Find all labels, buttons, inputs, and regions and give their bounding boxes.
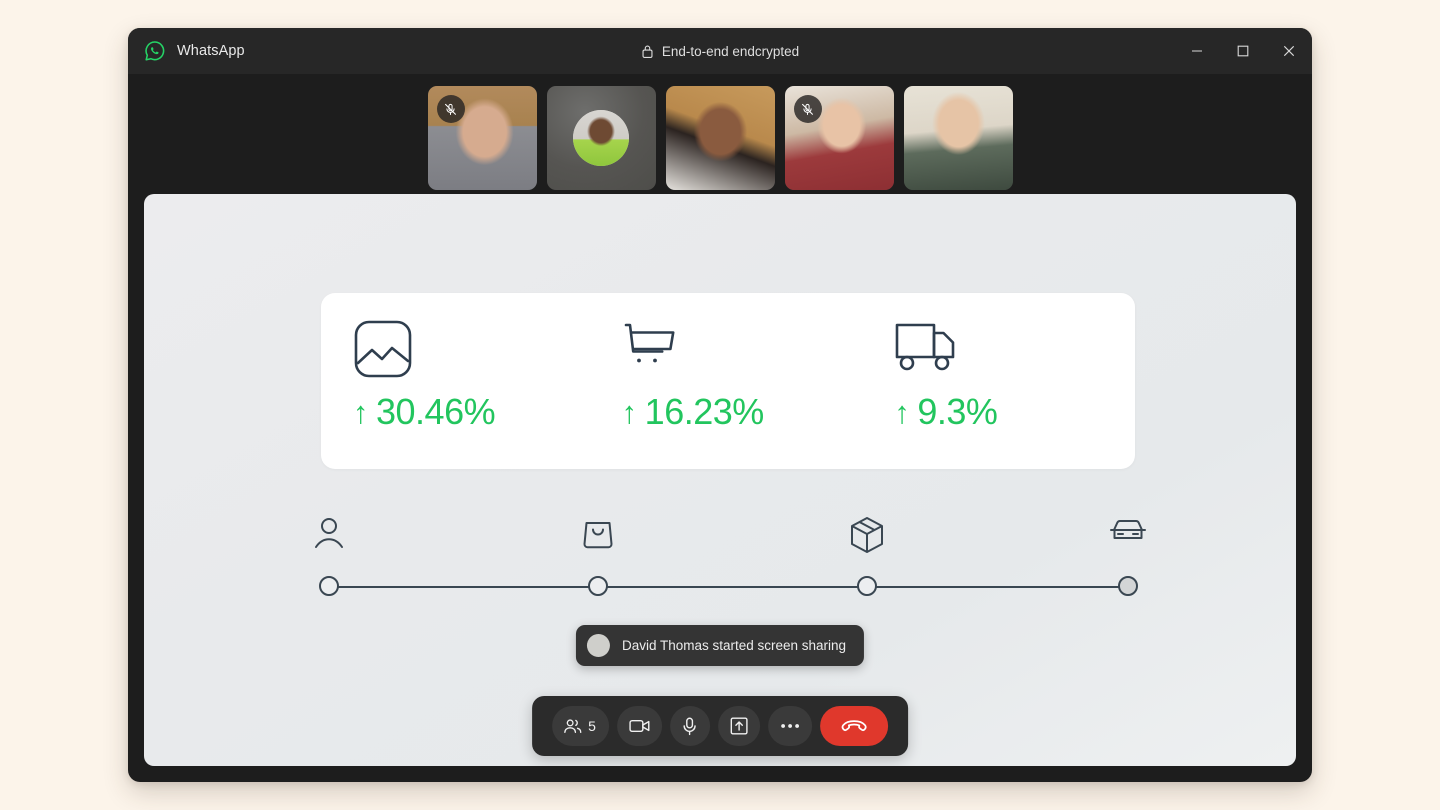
screen-share-toast: David Thomas started screen sharing	[575, 625, 865, 666]
stat-item: ↑ 9.3%	[862, 293, 1135, 469]
toast-message: David Thomas started screen sharing	[621, 638, 847, 653]
more-options-button[interactable]	[767, 706, 812, 746]
shared-screen-stage: ↑ 30.46% ↑ 16.23% ↑ 9.3% David Thomas st…	[144, 194, 1296, 766]
stat-percentage: 30.46%	[376, 391, 496, 432]
package-box-icon	[849, 516, 885, 554]
app-brand: WhatsApp	[128, 40, 245, 62]
funnel-icons	[315, 516, 1146, 562]
funnel-node[interactable]	[319, 576, 340, 596]
avatar	[573, 110, 629, 166]
share-screen-icon	[730, 717, 748, 735]
participant-tile-presenter[interactable]	[546, 86, 656, 190]
stat-percentage: 9.3%	[917, 391, 998, 432]
participant-video	[903, 86, 1013, 190]
funnel-node[interactable]	[857, 576, 878, 596]
maximize-icon[interactable]	[1220, 28, 1266, 74]
minimize-icon[interactable]	[1174, 28, 1220, 74]
funnel-timeline	[315, 516, 1146, 606]
image-chart-icon	[353, 319, 594, 381]
call-control-bar: 5	[532, 696, 908, 756]
close-icon[interactable]	[1266, 28, 1312, 74]
car-icon	[1108, 516, 1148, 546]
share-screen-button[interactable]	[717, 706, 760, 746]
whatsapp-logo-icon	[144, 40, 166, 62]
microphone-icon	[682, 717, 697, 736]
participant-tile[interactable]	[903, 86, 1013, 190]
participants-count: 5	[588, 718, 596, 734]
whatsapp-call-window: WhatsApp End-to-end endcrypted ↑ 30.46% …	[128, 28, 1312, 782]
trend-up-arrow-icon: ↑	[353, 394, 369, 430]
muted-microphone-icon	[436, 95, 465, 123]
people-icon	[563, 718, 582, 735]
funnel-node-active[interactable]	[1117, 576, 1138, 596]
stat-item: ↑ 30.46%	[321, 293, 594, 469]
user-icon	[313, 516, 345, 552]
participant-filmstrip	[128, 74, 1312, 194]
participant-tile[interactable]	[784, 86, 894, 190]
avatar	[586, 634, 610, 657]
title-bar: WhatsApp End-to-end endcrypted	[128, 28, 1312, 74]
delivery-truck-icon	[894, 319, 1135, 381]
microphone-button[interactable]	[669, 706, 710, 746]
camera-button[interactable]	[616, 706, 662, 746]
stat-item: ↑ 16.23%	[594, 293, 863, 469]
stat-value: ↑ 9.3%	[894, 391, 1135, 433]
stat-value: ↑ 16.23%	[622, 391, 863, 433]
encryption-label: End-to-end endcrypted	[661, 43, 800, 59]
stat-value: ↑ 30.46%	[353, 391, 594, 433]
shopping-cart-icon	[622, 319, 863, 381]
participant-video	[665, 86, 775, 190]
video-camera-icon	[629, 718, 650, 734]
muted-microphone-icon	[793, 95, 822, 123]
end-call-button[interactable]	[819, 706, 888, 746]
window-controls	[1174, 28, 1312, 74]
lock-icon	[641, 44, 654, 59]
app-name-label: WhatsApp	[177, 43, 245, 59]
funnel-node[interactable]	[588, 576, 609, 596]
stats-card: ↑ 30.46% ↑ 16.23% ↑ 9.3%	[321, 293, 1135, 469]
stat-percentage: 16.23%	[644, 391, 765, 432]
trend-up-arrow-icon: ↑	[621, 394, 638, 430]
shopping-bag-icon	[581, 516, 615, 550]
participant-tile[interactable]	[665, 86, 775, 190]
trend-up-arrow-icon: ↑	[894, 394, 910, 430]
more-horizontal-icon	[780, 723, 800, 729]
participant-tile[interactable]	[427, 86, 537, 190]
end-call-icon	[841, 718, 867, 734]
encryption-indicator: End-to-end endcrypted	[128, 28, 1312, 74]
participants-button[interactable]: 5	[552, 706, 609, 746]
funnel-track	[329, 586, 1128, 588]
